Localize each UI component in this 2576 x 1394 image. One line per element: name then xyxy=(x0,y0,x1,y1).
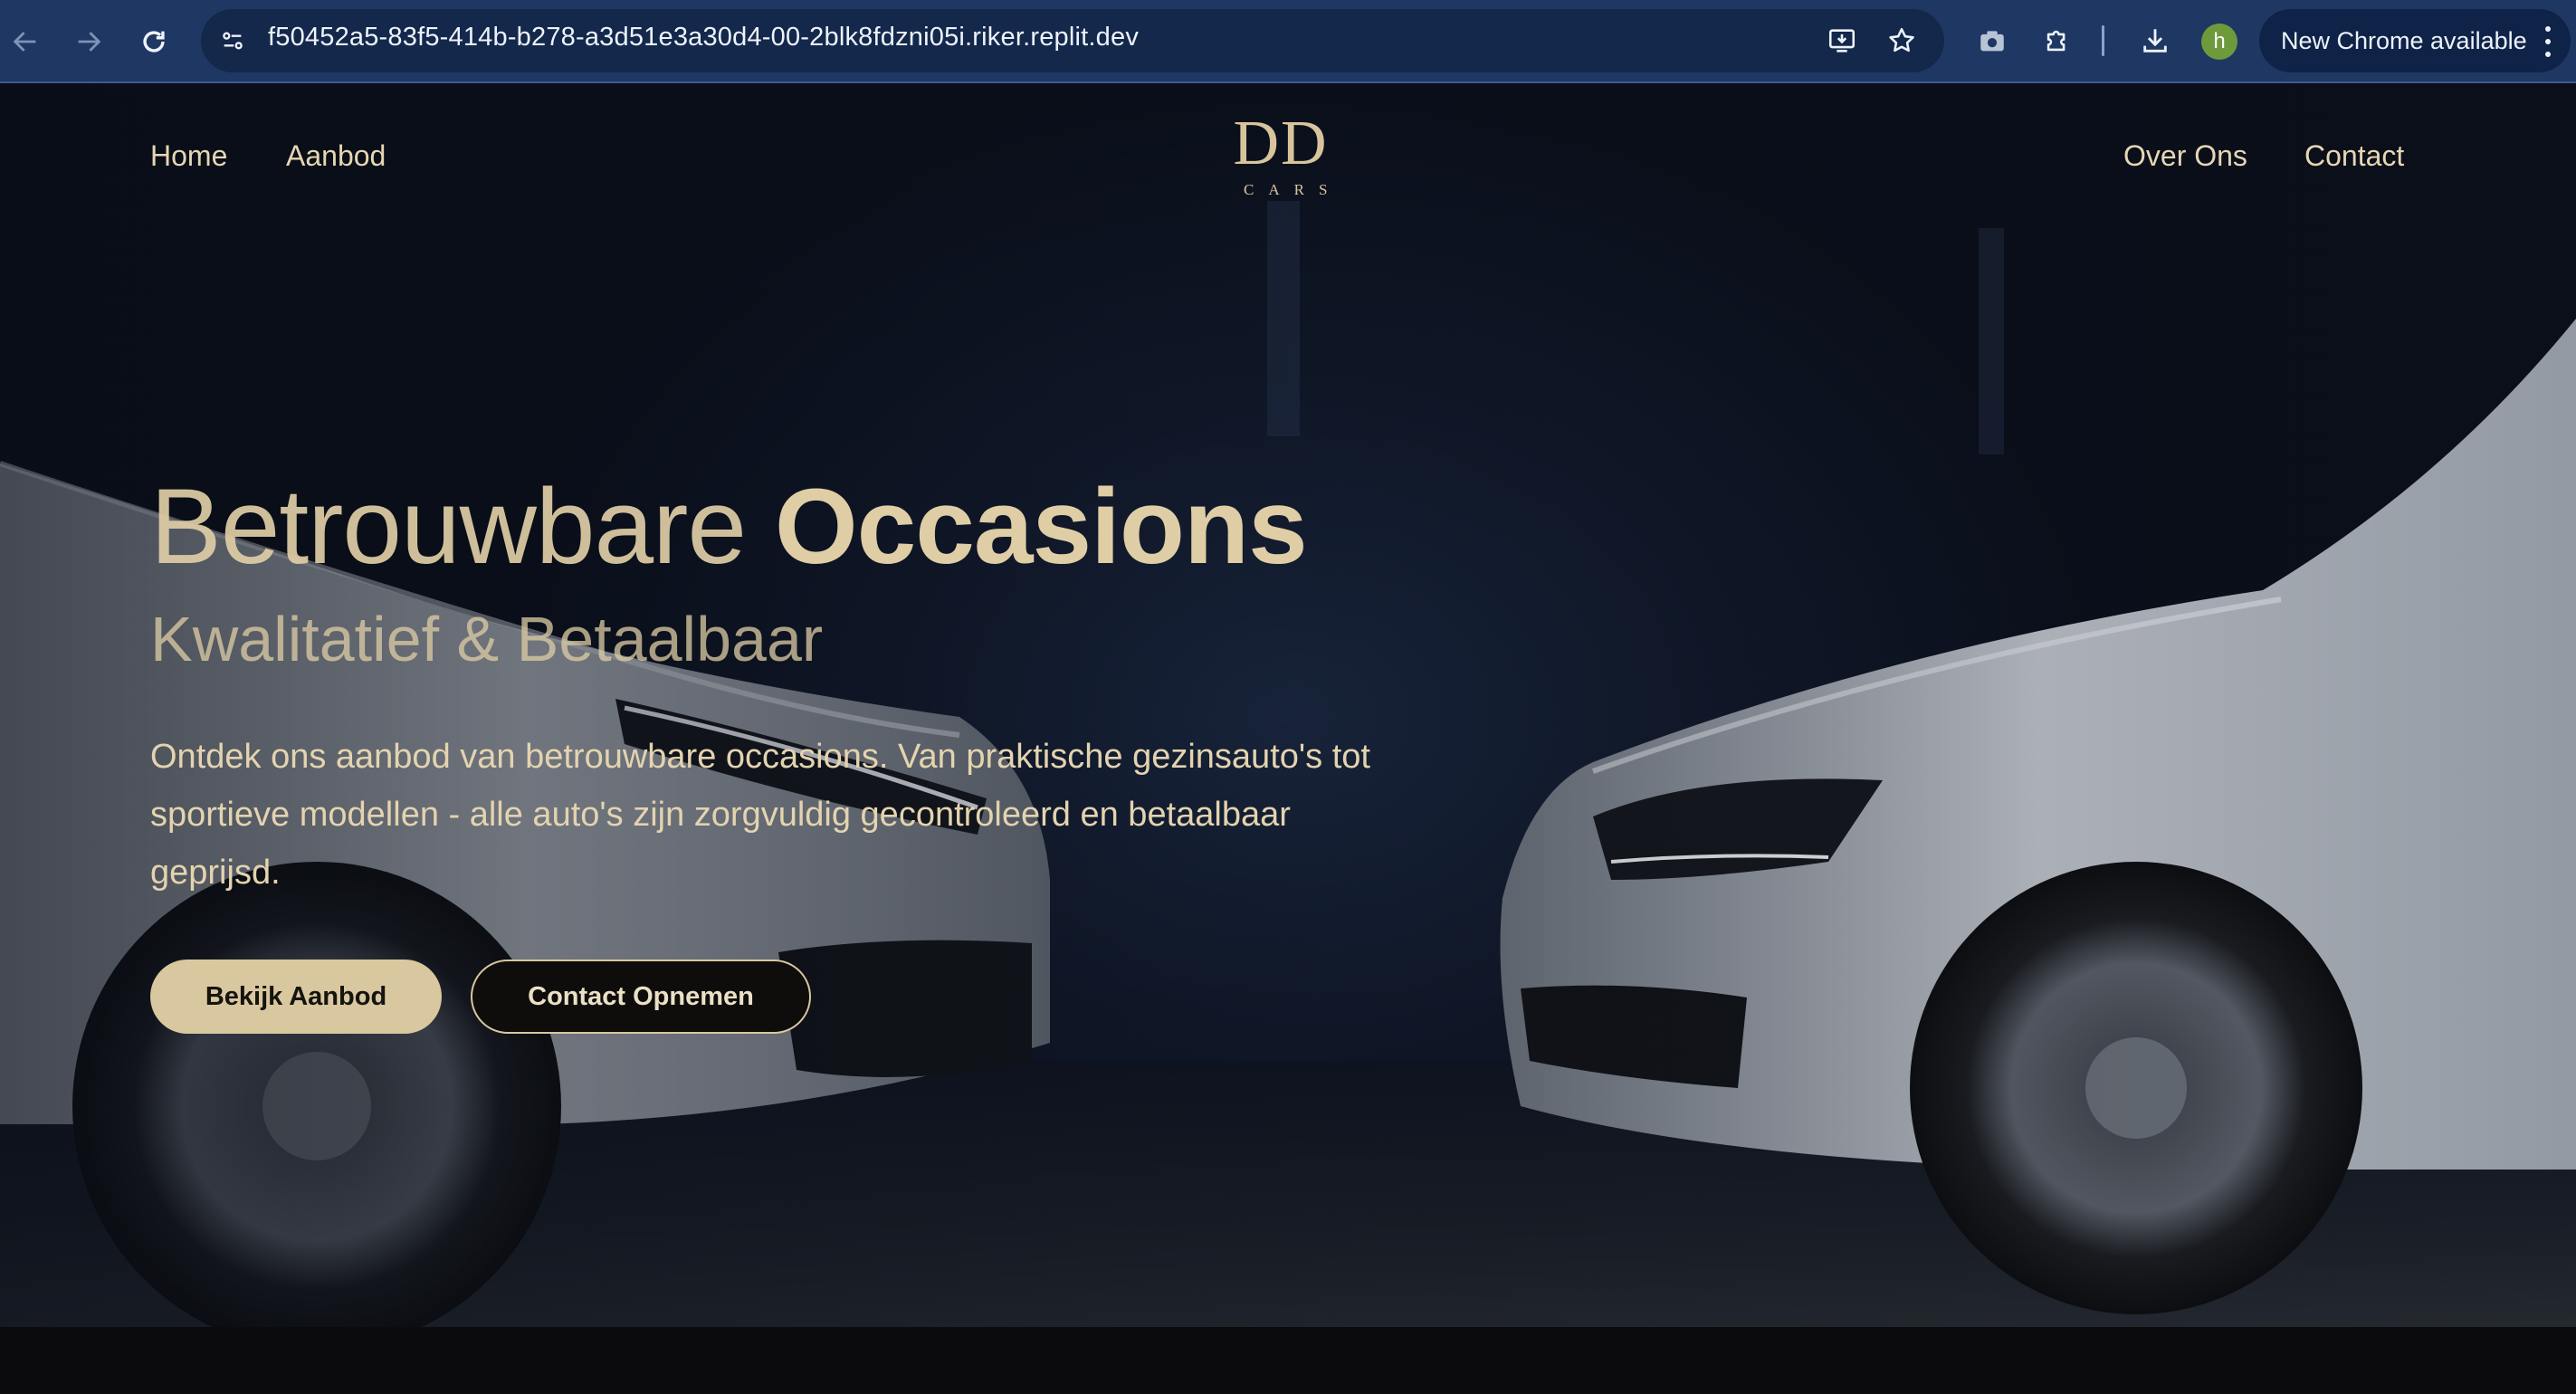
back-icon[interactable] xyxy=(5,22,45,62)
download-icon[interactable] xyxy=(2134,20,2176,62)
reload-icon[interactable] xyxy=(134,22,174,62)
hero-description: Ontdek ons aanbod van betrouwbare occasi… xyxy=(150,738,1370,892)
hero-title: Betrouwbare Occasions xyxy=(150,463,1308,590)
new-chrome-available-button[interactable]: New Chrome available xyxy=(2259,9,2571,72)
dd-cars-logo[interactable]: DD CARS xyxy=(1231,110,1331,199)
contact-opnemen-button[interactable]: Contact Opnemen xyxy=(471,960,811,1034)
extensions-puzzle-icon[interactable] xyxy=(2037,20,2078,62)
nav-over-ons[interactable]: Over Ons xyxy=(2123,139,2247,173)
nav-home[interactable]: Home xyxy=(150,139,227,173)
browser-toolbar: f50452a5-83f5-414b-b278-a3d51e3a30d4-00-… xyxy=(0,0,2576,83)
url-text[interactable]: f50452a5-83f5-414b-b278-a3d51e3a30d4-00-… xyxy=(268,23,1139,53)
screenshot-camera-icon[interactable] xyxy=(1971,20,2013,62)
site-info-icon[interactable] xyxy=(214,22,252,60)
nav-aanbod[interactable]: Aanbod xyxy=(286,139,386,173)
hero-overlay xyxy=(0,83,2576,1327)
profile-avatar[interactable]: h xyxy=(2201,24,2237,60)
hero-subtitle: Kwalitatief & Betaalbaar xyxy=(150,604,824,674)
hero-title-light: Betrouwbare xyxy=(150,467,747,587)
bookmark-star-icon[interactable] xyxy=(1881,20,1922,62)
toolbar-separator xyxy=(2102,25,2104,56)
menu-kebab-icon[interactable] xyxy=(2543,26,2552,57)
nav-contact[interactable]: Contact xyxy=(2304,139,2404,173)
forward-icon[interactable] xyxy=(69,22,109,62)
bekijk-aanbod-button[interactable]: Bekijk Aanbod xyxy=(150,960,442,1034)
update-label: New Chrome available xyxy=(2281,26,2527,54)
hero-section: Home Aanbod DD CARS Over Ons Contact Bet… xyxy=(0,83,2576,1327)
install-app-icon[interactable] xyxy=(1821,20,1863,62)
logo-main-text: DD xyxy=(1233,109,1329,178)
next-section xyxy=(0,1327,2576,1394)
hero-title-bold: Occasions xyxy=(774,467,1308,587)
logo-sub-text: CARS xyxy=(1244,181,1342,198)
